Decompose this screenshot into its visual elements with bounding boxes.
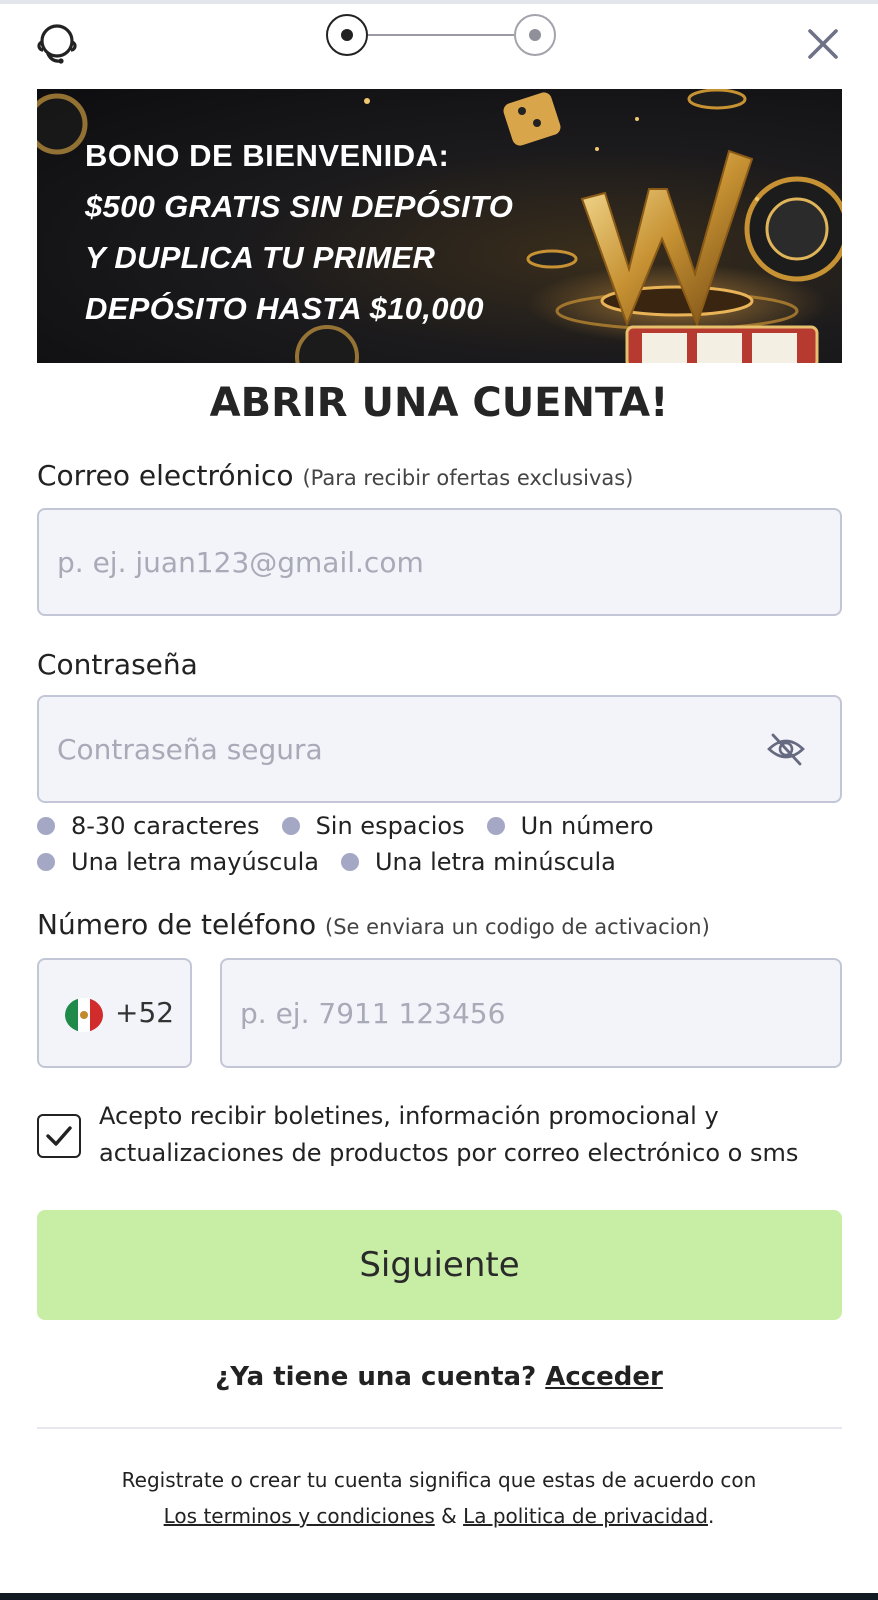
next-button[interactable]: Siguiente	[37, 1210, 842, 1320]
privacy-link[interactable]: La politica de privacidad	[463, 1504, 708, 1528]
email-label-text: Correo electrónico	[37, 459, 294, 492]
support-chat-icon[interactable]	[34, 20, 80, 66]
login-question: ¿Ya tiene una cuenta?	[215, 1362, 537, 1392]
password-field[interactable]	[57, 697, 762, 801]
phone-label-text: Número de teléfono	[37, 908, 317, 941]
step-connector	[368, 34, 514, 36]
phone-field-container	[220, 958, 842, 1068]
mexico-flag-icon	[65, 998, 103, 1032]
banner-offer-line: DEPÓSITO HASTA $10,000	[85, 291, 484, 326]
bottom-bar	[0, 1593, 878, 1600]
header	[0, 4, 878, 82]
login-link[interactable]: Acceder	[545, 1362, 663, 1392]
step-1-indicator	[326, 14, 368, 56]
banner-offer-line: Y DUPLICA TU PRIMER	[85, 240, 436, 275]
eye-slash-icon[interactable]	[766, 729, 806, 769]
consent-checkbox[interactable]	[37, 1114, 81, 1158]
check-icon	[46, 1126, 72, 1146]
email-field[interactable]	[57, 510, 762, 614]
legal-notice: Registrate o crear tu cuenta significa q…	[0, 1462, 878, 1534]
phone-label: Número de teléfono (Se enviara un codigo…	[37, 908, 710, 941]
banner-offer-line: $500 GRATIS SIN DEPÓSITO	[85, 189, 514, 224]
email-label: Correo electrónico (Para recibir ofertas…	[37, 459, 633, 492]
rule-bullet-icon	[37, 853, 55, 871]
country-code: +52	[115, 996, 175, 1029]
password-label: Contraseña	[37, 648, 198, 681]
step-2-indicator	[514, 14, 556, 56]
rule-bullet-icon	[37, 817, 55, 835]
password-rule: 8-30 caracteres	[37, 812, 260, 840]
password-field-container	[37, 695, 842, 803]
rule-bullet-icon	[281, 817, 300, 835]
email-hint: (Para recibir ofertas exclusivas)	[302, 466, 634, 490]
password-rule: Sin espacios	[281, 812, 465, 840]
close-icon[interactable]	[805, 26, 841, 62]
divider	[37, 1427, 842, 1429]
consent-text: Acepto recibir boletines, información pr…	[99, 1102, 799, 1167]
password-rule: Un número	[486, 812, 654, 840]
banner-headline: BONO DE BIENVENIDA:	[85, 138, 450, 173]
password-rule: Una letra minúscula	[340, 848, 616, 876]
welcome-bonus-banner[interactable]: BONO DE BIENVENIDA: $500 GRATIS SIN DEPÓ…	[37, 89, 842, 363]
page-title: ABRIR UNA CUENTA!	[209, 380, 669, 426]
password-rule: Una letra mayúscula	[37, 848, 319, 876]
password-requirements: 8-30 caracteres Sin espacios Un número U…	[37, 808, 857, 880]
legal-separator: &	[441, 1504, 457, 1528]
country-code-selector[interactable]: +52	[37, 958, 192, 1068]
rule-bullet-icon	[486, 817, 505, 835]
login-prompt: ¿Ya tiene una cuenta? Acceder	[0, 1362, 878, 1392]
banner-text: BONO DE BIENVENIDA: $500 GRATIS SIN DEPÓ…	[85, 131, 513, 334]
phone-hint: (Se enviara un codigo de activacion)	[325, 915, 710, 939]
terms-link[interactable]: Los terminos y condiciones	[164, 1504, 435, 1528]
legal-end: .	[708, 1504, 715, 1528]
phone-field[interactable]	[240, 960, 784, 1066]
email-field-container	[37, 508, 842, 616]
legal-text: Registrate o crear tu cuenta significa q…	[121, 1468, 757, 1492]
rule-bullet-icon	[340, 853, 359, 871]
progress-stepper	[326, 14, 556, 58]
